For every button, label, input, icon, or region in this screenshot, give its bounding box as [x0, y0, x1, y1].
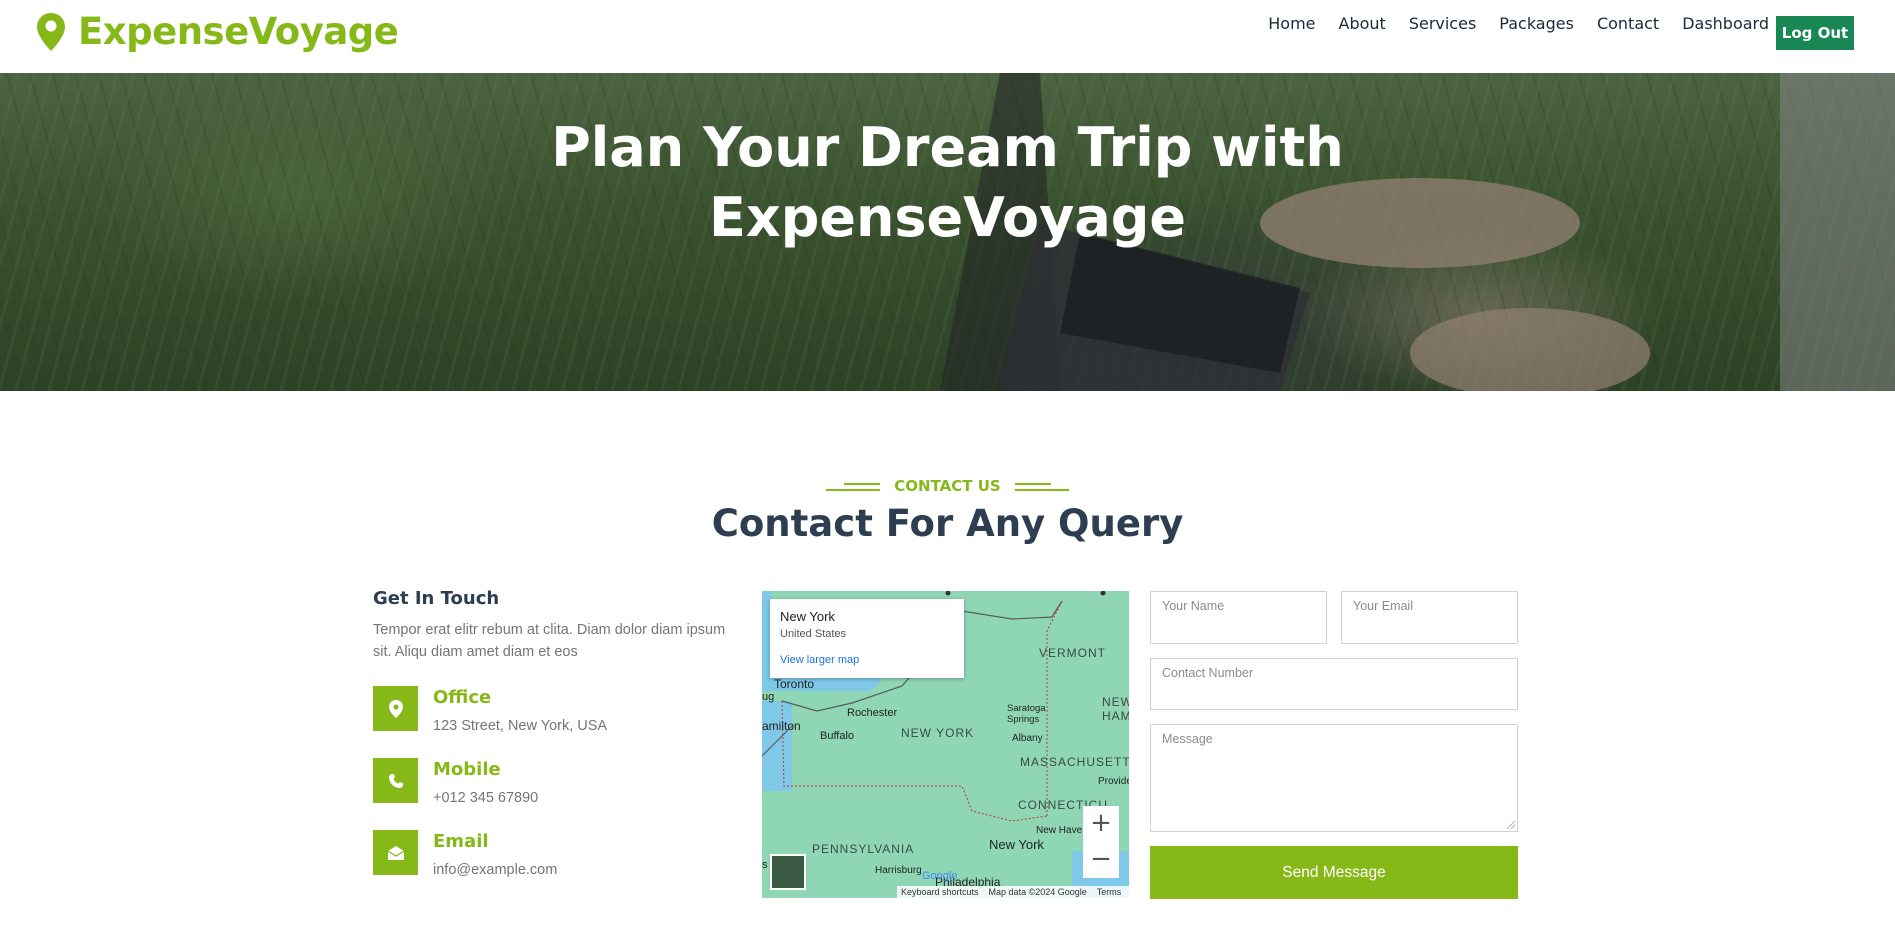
envelope-open-icon — [373, 830, 418, 875]
email-info: Email info@example.com — [373, 830, 557, 878]
map-label-s: s — [762, 859, 768, 871]
contact-info: Get In Touch Tempor erat elitr rebum at … — [373, 588, 733, 878]
zoom-out-button[interactable]: − — [1083, 842, 1119, 878]
map-label-ug: ug — [762, 691, 775, 703]
phone-icon — [373, 758, 418, 803]
map-label-albany: Albany — [1012, 733, 1043, 744]
nav-home[interactable]: Home — [1268, 14, 1315, 33]
map-label-new-york-city: New York — [989, 837, 1044, 852]
office-label: Office — [433, 687, 492, 708]
brand-name: ExpenseVoyage — [78, 10, 399, 53]
send-message-button[interactable]: Send Message — [1150, 846, 1518, 899]
email-label: Email — [433, 831, 489, 852]
map-label-massachusetts: MASSACHUSETT — [1020, 755, 1129, 769]
hero-title: Plan Your Dream Trip with ExpenseVoyage — [0, 113, 1895, 253]
email-field[interactable]: Your Email — [1341, 591, 1518, 644]
map-label-buffalo: Buffalo — [820, 730, 855, 742]
email-input[interactable] — [1342, 592, 1517, 643]
tag-line-left — [826, 481, 881, 491]
map-label-rochester: Rochester — [847, 707, 898, 719]
map-label-pennsylvania: PENNSYLVANIA — [812, 842, 915, 856]
message-field[interactable]: Message — [1150, 724, 1518, 832]
contact-number-field[interactable]: Contact Number — [1150, 658, 1518, 710]
hero-title-line1: Plan Your Dream Trip with — [551, 116, 1344, 179]
office-info: Office 123 Street, New York, USA — [373, 686, 607, 734]
view-larger-map-link[interactable]: View larger map — [780, 654, 954, 666]
map-card-title: New York — [780, 609, 835, 624]
nav-packages[interactable]: Packages — [1499, 14, 1574, 33]
map-label-vermont: VERMONT — [1039, 646, 1106, 660]
map-label-new-york-state: NEW YORK — [901, 726, 975, 740]
mobile-number: +012 345 67890 — [433, 790, 539, 806]
location-pin-icon — [373, 686, 418, 731]
resize-handle[interactable] — [1507, 821, 1515, 829]
map-footer: Keyboard shortcuts Map data ©2024 Google… — [897, 886, 1129, 898]
map-data-attribution: Map data ©2024 Google — [988, 887, 1087, 897]
section-title: Contact For Any Query — [711, 502, 1184, 545]
map-label-new-haven: New Have — [1036, 825, 1083, 836]
mobile-label: Mobile — [433, 759, 501, 780]
nav-about[interactable]: About — [1339, 14, 1386, 33]
get-in-touch-description: Tempor erat elitr rebum at clita. Diam d… — [373, 622, 726, 660]
tag-line-right — [1014, 481, 1069, 491]
google-logo: Google — [922, 870, 958, 882]
office-address: 123 Street, New York, USA — [433, 718, 608, 734]
main-nav: Home About Services Packages Contact Das… — [1268, 14, 1769, 33]
map-label-hamilton: amilton — [762, 719, 801, 733]
google-map[interactable]: VERMONT NEW HAMPS Toronto ug amilton Roc… — [762, 591, 1129, 898]
logout-button[interactable]: Log Out — [1776, 16, 1854, 50]
keyboard-shortcuts-link[interactable]: Keyboard shortcuts — [901, 886, 979, 898]
map-terms-link[interactable]: Terms — [1097, 886, 1122, 898]
map-label-toronto: Toronto — [774, 677, 815, 691]
brand-logo[interactable]: ExpenseVoyage — [36, 10, 399, 53]
map-place-card: New York United States View larger map — [770, 599, 964, 678]
nav-dashboard[interactable]: Dashboard — [1682, 14, 1769, 33]
navbar: ExpenseVoyage Home About Services Packag… — [0, 0, 1895, 73]
map-layer-toggle[interactable] — [770, 854, 806, 890]
mobile-info: Mobile +012 345 67890 — [373, 758, 538, 806]
map-label-new-hampshire: NEW HAMPS — [1102, 695, 1129, 723]
name-field[interactable]: Your Name — [1150, 591, 1327, 644]
nav-contact[interactable]: Contact — [1597, 14, 1659, 33]
email-address: info@example.com — [433, 862, 558, 878]
map-label-harrisburg: Harrisburg — [875, 865, 922, 876]
get-in-touch-title: Get In Touch — [373, 588, 500, 609]
map-pin-icon — [37, 12, 65, 51]
zoom-in-button[interactable]: + — [1083, 806, 1119, 842]
contact-number-input[interactable] — [1151, 659, 1517, 709]
map-label-providence: Provide — [1098, 776, 1129, 787]
hero-title-line2: ExpenseVoyage — [708, 186, 1187, 249]
section-tag: CONTACT US — [0, 477, 1895, 495]
hero-banner: Plan Your Dream Trip with ExpenseVoyage — [0, 73, 1895, 391]
map-label-saratoga: Saratoga Springs — [1007, 703, 1046, 725]
name-input[interactable] — [1151, 592, 1326, 643]
section-tag-text: CONTACT US — [894, 477, 1001, 495]
map-card-subtitle: United States — [780, 628, 847, 640]
nav-services[interactable]: Services — [1409, 14, 1476, 33]
message-textarea[interactable] — [1151, 725, 1517, 831]
